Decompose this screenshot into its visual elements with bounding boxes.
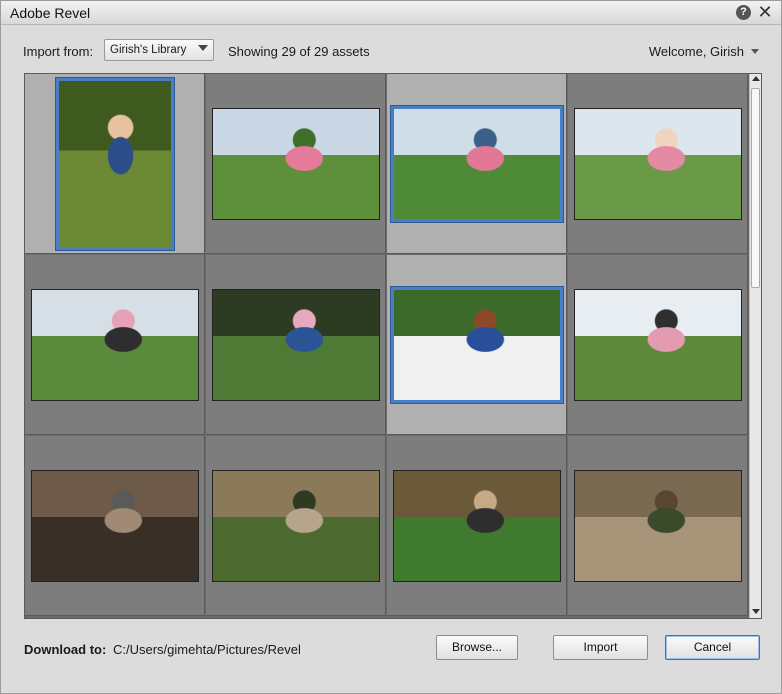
window-title: Adobe Revel [10, 5, 91, 21]
photo-cell[interactable] [387, 74, 567, 254]
chevron-down-icon [198, 45, 208, 51]
user-menu-chevron-icon[interactable] [751, 49, 759, 54]
photo-cell[interactable] [568, 74, 748, 254]
photo-cell[interactable] [206, 436, 386, 616]
library-dropdown[interactable]: Girish's Library [104, 39, 214, 61]
photo-thumbnail[interactable] [574, 108, 742, 220]
asset-count-text: Showing 29 of 29 assets [228, 44, 370, 59]
photo-cell[interactable] [568, 436, 748, 616]
adobe-revel-dialog: Adobe Revel ? ✕ Import from: Girish's Li… [0, 0, 782, 694]
photo-cell[interactable] [206, 255, 386, 435]
close-icon[interactable]: ✕ [757, 2, 773, 22]
photo-cell[interactable] [25, 74, 205, 254]
dialog-footer: Download to: C:/Users/gimehta/Pictures/R… [1, 621, 781, 693]
photo-thumbnail[interactable] [212, 289, 380, 401]
import-button[interactable]: Import [553, 635, 648, 660]
help-icon[interactable]: ? [736, 5, 751, 20]
download-to-label: Download to: [24, 642, 107, 657]
download-path: C:/Users/gimehta/Pictures/Revel [113, 642, 301, 657]
photo-cell[interactable] [387, 436, 567, 616]
cancel-button[interactable]: Cancel [665, 635, 760, 660]
title-bar: Adobe Revel ? ✕ [1, 1, 781, 25]
photo-cell[interactable] [387, 255, 567, 435]
photo-thumbnail[interactable] [31, 470, 199, 582]
photo-cell[interactable] [568, 255, 748, 435]
photo-thumbnail[interactable] [212, 108, 380, 220]
import-toolbar: Import from: Girish's Library Showing 29… [1, 25, 781, 71]
photo-grid-cells [25, 74, 750, 618]
browse-button[interactable]: Browse... [436, 635, 518, 660]
library-dropdown-value: Girish's Library [110, 44, 187, 56]
photo-cell[interactable] [206, 74, 386, 254]
scrollbar-thumb[interactable] [751, 88, 760, 288]
photo-thumbnail[interactable] [393, 470, 561, 582]
photo-cell[interactable] [25, 436, 205, 616]
vertical-scrollbar[interactable] [749, 74, 761, 618]
photo-thumbnail[interactable] [390, 286, 564, 404]
photo-thumbnail[interactable] [574, 289, 742, 401]
photo-thumbnail[interactable] [574, 470, 742, 582]
photo-grid [24, 73, 762, 619]
photo-thumbnail[interactable] [212, 470, 380, 582]
scroll-up-icon[interactable] [752, 76, 760, 81]
import-from-label: Import from: [23, 44, 94, 59]
photo-cell[interactable] [25, 255, 205, 435]
photo-thumbnail[interactable] [55, 77, 175, 251]
scroll-down-icon[interactable] [752, 609, 760, 614]
welcome-user-menu[interactable]: Welcome, Girish [649, 44, 744, 59]
photo-thumbnail[interactable] [31, 289, 199, 401]
photo-thumbnail[interactable] [390, 105, 564, 223]
